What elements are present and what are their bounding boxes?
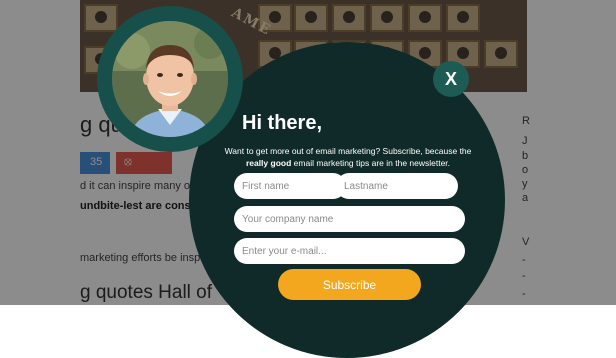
- popup-description: Want to get more out of email marketing?…: [216, 145, 480, 169]
- close-button[interactable]: X: [433, 61, 469, 97]
- description-text: Want to get more out of email marketing?…: [224, 146, 472, 156]
- company-name-field[interactable]: [234, 206, 465, 232]
- last-name-field[interactable]: [336, 173, 458, 199]
- description-text: email marketing tips are in the newslett…: [293, 158, 451, 168]
- first-name-field[interactable]: [234, 173, 346, 199]
- subscribe-button[interactable]: Subscribe: [278, 269, 421, 300]
- avatar: [112, 21, 228, 137]
- email-field[interactable]: [234, 238, 465, 264]
- author-photo: [112, 21, 228, 137]
- popup-title: Hi there,: [242, 112, 323, 134]
- description-emphasis: really good: [245, 158, 292, 168]
